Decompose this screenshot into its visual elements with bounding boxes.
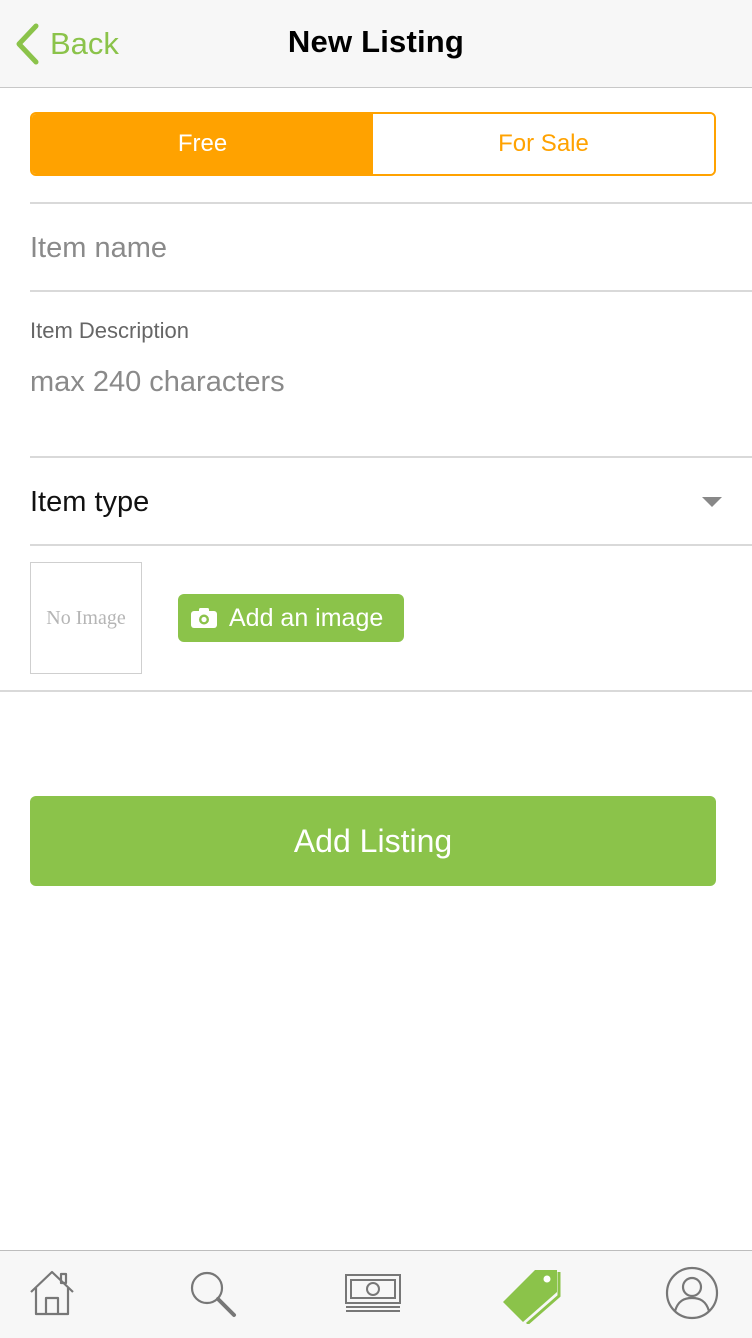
tab-home[interactable] xyxy=(22,1265,82,1325)
dropdown-arrow-icon xyxy=(702,497,722,507)
item-description-input[interactable] xyxy=(30,364,716,444)
item-name-input[interactable] xyxy=(30,222,716,274)
segment-for-sale[interactable]: For Sale xyxy=(373,114,714,174)
camera-icon xyxy=(190,607,218,629)
image-thumbnail-placeholder: No Image xyxy=(30,562,142,674)
page-title: New Listing xyxy=(287,24,465,59)
add-image-button[interactable]: Add an image xyxy=(178,594,404,642)
divider xyxy=(0,690,752,692)
tab-listings[interactable] xyxy=(502,1265,562,1325)
search-icon xyxy=(186,1267,238,1324)
divider xyxy=(30,202,752,204)
home-icon xyxy=(28,1268,76,1323)
add-listing-button[interactable]: Add Listing xyxy=(30,796,716,886)
money-icon xyxy=(343,1271,403,1320)
tab-money[interactable] xyxy=(343,1265,403,1325)
bottom-tab-bar xyxy=(0,1250,752,1338)
profile-icon xyxy=(664,1265,720,1326)
item-description-label: Item Description xyxy=(30,318,189,343)
item-type-select[interactable]: Item type xyxy=(30,460,726,544)
item-type-label: Item type xyxy=(30,485,150,518)
listing-mode-segmented-control: Free For Sale xyxy=(30,112,716,176)
tab-profile[interactable] xyxy=(662,1265,722,1325)
divider xyxy=(30,544,752,546)
navigation-bar: Back New Listing xyxy=(0,0,752,88)
add-image-label: Add an image xyxy=(229,603,384,632)
segment-free[interactable]: Free xyxy=(32,114,373,174)
divider xyxy=(30,290,752,292)
tab-search[interactable] xyxy=(182,1265,242,1325)
divider xyxy=(30,456,752,458)
tag-icon xyxy=(501,1262,563,1329)
no-image-text: No Image xyxy=(46,606,126,629)
